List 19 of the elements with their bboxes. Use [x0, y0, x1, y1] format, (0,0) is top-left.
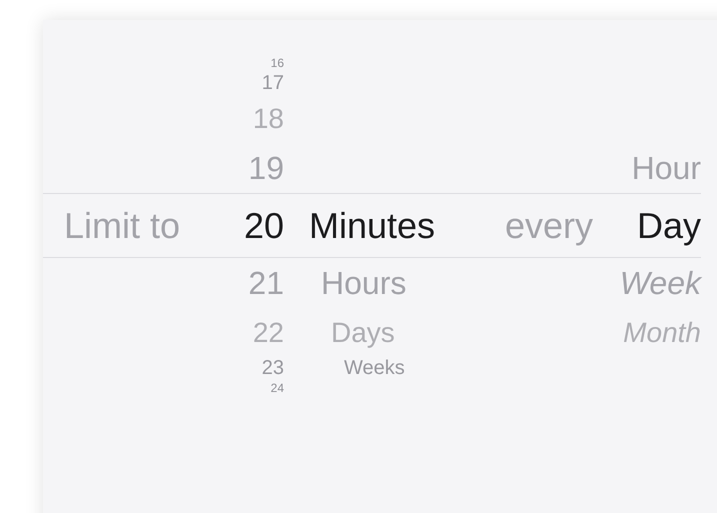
wheel-option[interactable]: Day: [636, 204, 701, 246]
wheel-option[interactable]: 23: [262, 357, 284, 379]
wheel-option[interactable]: 22: [252, 308, 284, 357]
wheel-option[interactable]: 24: [270, 379, 284, 397]
wheel-option[interactable]: 17: [262, 72, 284, 94]
wheel-option[interactable]: 21: [248, 258, 284, 308]
wheel-option[interactable]: Weeks: [309, 357, 440, 379]
wheel-option[interactable]: Hour: [632, 143, 701, 193]
wheel-option[interactable]: Week: [620, 258, 701, 308]
wheel-option[interactable]: Month: [623, 308, 701, 357]
picker-label: every: [504, 204, 593, 246]
wheel-option[interactable]: 18: [252, 94, 284, 143]
wheel-option[interactable]: Days: [309, 308, 417, 357]
picker-label: Limit to: [64, 204, 180, 246]
wheel-option[interactable]: 20: [244, 204, 284, 246]
wheel-option[interactable]: Hours: [309, 258, 418, 308]
wheel-option[interactable]: 16: [270, 54, 284, 72]
wheel-option[interactable]: Minutes: [309, 204, 436, 246]
wheel-option[interactable]: 19: [248, 143, 284, 193]
